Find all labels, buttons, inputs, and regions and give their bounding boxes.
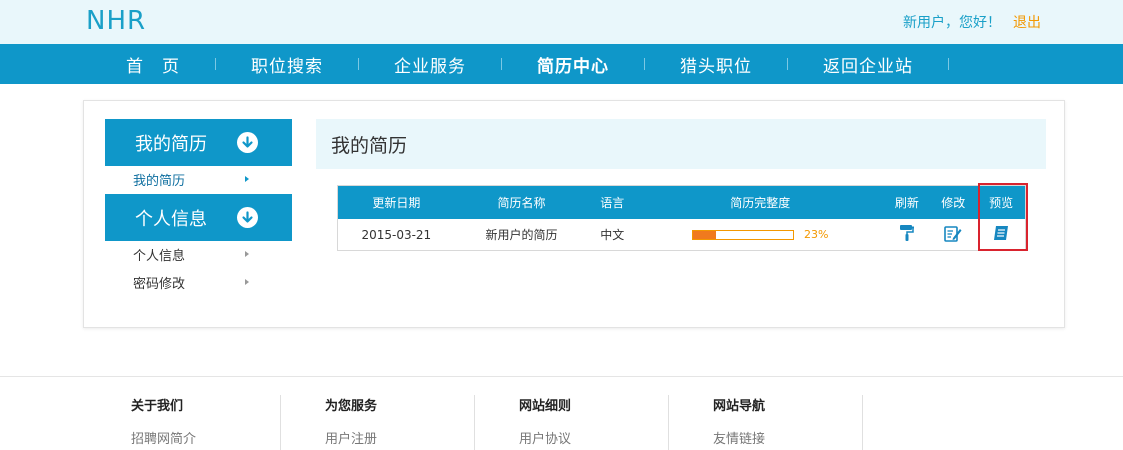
footer-column-title: 网站细则 [519,399,572,414]
user-area: 新用户，您好！ 退出 [903,12,1041,32]
sidebar-section-title: 个人信息 [135,208,207,230]
page-title-bar: 我的简历 [316,119,1046,169]
nav-divider [644,58,645,70]
down-arrow-circle-icon [237,207,258,228]
footer-link[interactable]: 友情链接 [713,428,907,447]
nav-item-home[interactable]: 首 页 [126,52,180,77]
column-header-date: 更新日期 [372,196,421,210]
cell-preview [977,225,1025,244]
footer-column-about: 关于我们 招聘网简介 [131,395,325,450]
column-header-language: 语言 [600,196,625,210]
nav-item-label: 企业服务 [394,56,466,77]
completeness-progress-bar [692,229,795,240]
caret-right-icon [245,251,249,257]
footer-link[interactable]: 用户注册 [325,428,519,447]
footer: 关于我们 招聘网简介 为您服务 用户注册 网站细则 用户协议 网站导航 友情链接 [0,377,1123,450]
main-nav: 首 页 职位搜索 企业服务 简历中心 猎头职位 返回企业站 [0,44,1123,84]
logo-text[interactable]: NHR [86,6,146,36]
footer-column-divider [668,395,669,450]
footer-column-title: 网站导航 [713,399,766,414]
footer-link[interactable]: 招聘网简介 [131,428,325,447]
sidebar-item-change-password[interactable]: 密码修改 [133,271,249,293]
page-title: 我的简历 [331,134,408,157]
footer-link[interactable]: 用户协议 [519,428,713,447]
column-header-preview: 预览 [989,196,1014,210]
nav-item-label: 职位搜索 [251,56,323,77]
nav-item-resume-center[interactable]: 简历中心 [537,52,609,77]
nav-item-label: 简历中心 [537,56,609,77]
site-logo[interactable]: NHR [86,6,146,36]
column-header-edit: 修改 [941,196,966,210]
footer-column-divider [862,395,863,450]
cell-edit [929,225,977,245]
logout-link[interactable]: 退出 [1013,12,1041,32]
sidebar-section-personal-info[interactable]: 个人信息 [105,194,292,241]
caret-right-icon [245,176,249,182]
footer-column-title: 关于我们 [131,399,184,414]
nav-divider [787,58,788,70]
main-card: 我的简历 我的简历 个人信息 个人信息 密码修改 我的简历 更新日期 简历名称 … [83,100,1065,328]
completeness-progress-fill [693,230,717,239]
nav-divider [501,58,502,70]
nav-divider [948,58,949,70]
nav-item-label: 猎头职位 [680,56,752,77]
sidebar-item-my-resume[interactable]: 我的简历 [133,168,249,190]
footer-column-divider [280,395,281,450]
resume-table: 更新日期 简历名称 语言 简历完整度 刷新 修改 预览 2015-03-21 新… [337,185,1026,251]
sidebar-section-title: 我的简历 [135,133,207,155]
caret-right-icon [245,279,249,285]
column-header-completeness: 简历完整度 [730,196,791,210]
sidebar-item-personal-info[interactable]: 个人信息 [133,243,249,265]
nav-item-label: 返回企业站 [823,56,913,77]
nav-divider [215,58,216,70]
table-row: 2015-03-21 新用户的简历 中文 23% [338,219,1025,250]
top-header: NHR 新用户，您好！ 退出 [0,0,1123,44]
footer-column-divider [474,395,475,450]
paint-roller-icon[interactable] [899,224,915,245]
completeness-percent: 23% [804,228,829,241]
cell-refresh [884,224,929,245]
cell-language: 中文 [600,228,625,242]
footer-column-services: 为您服务 用户注册 [325,395,519,450]
column-header-name: 简历名称 [497,196,546,210]
nav-item-back-to-enterprise[interactable]: 返回企业站 [823,52,913,77]
footer-column-rules: 网站细则 用户协议 [519,395,713,450]
nav-item-job-search[interactable]: 职位搜索 [251,52,323,77]
nav-divider [358,58,359,70]
footer-column-title: 为您服务 [325,399,378,414]
cell-date: 2015-03-21 [361,227,432,242]
cell-resume-name[interactable]: 新用户的简历 [455,226,589,243]
table-header-row: 更新日期 简历名称 语言 简历完整度 刷新 修改 预览 [338,186,1025,219]
edit-icon[interactable] [944,225,962,245]
footer-column-navigation: 网站导航 友情链接 [713,395,907,450]
nav-item-label: 首 页 [126,56,180,77]
preview-icon[interactable] [993,225,1009,244]
down-arrow-circle-icon [237,132,258,153]
column-header-refresh: 刷新 [894,196,919,210]
sidebar-item-label: 我的简历 [133,173,186,189]
nav-item-enterprise-service[interactable]: 企业服务 [394,52,466,77]
nav-item-headhunter-jobs[interactable]: 猎头职位 [680,52,752,77]
cell-completeness: 23% [636,228,884,241]
sidebar-section-my-resume[interactable]: 我的简历 [105,119,292,166]
sidebar-item-label: 密码修改 [133,276,186,292]
sidebar-item-label: 个人信息 [133,248,186,264]
greeting-text: 新用户，您好！ [903,15,1001,31]
